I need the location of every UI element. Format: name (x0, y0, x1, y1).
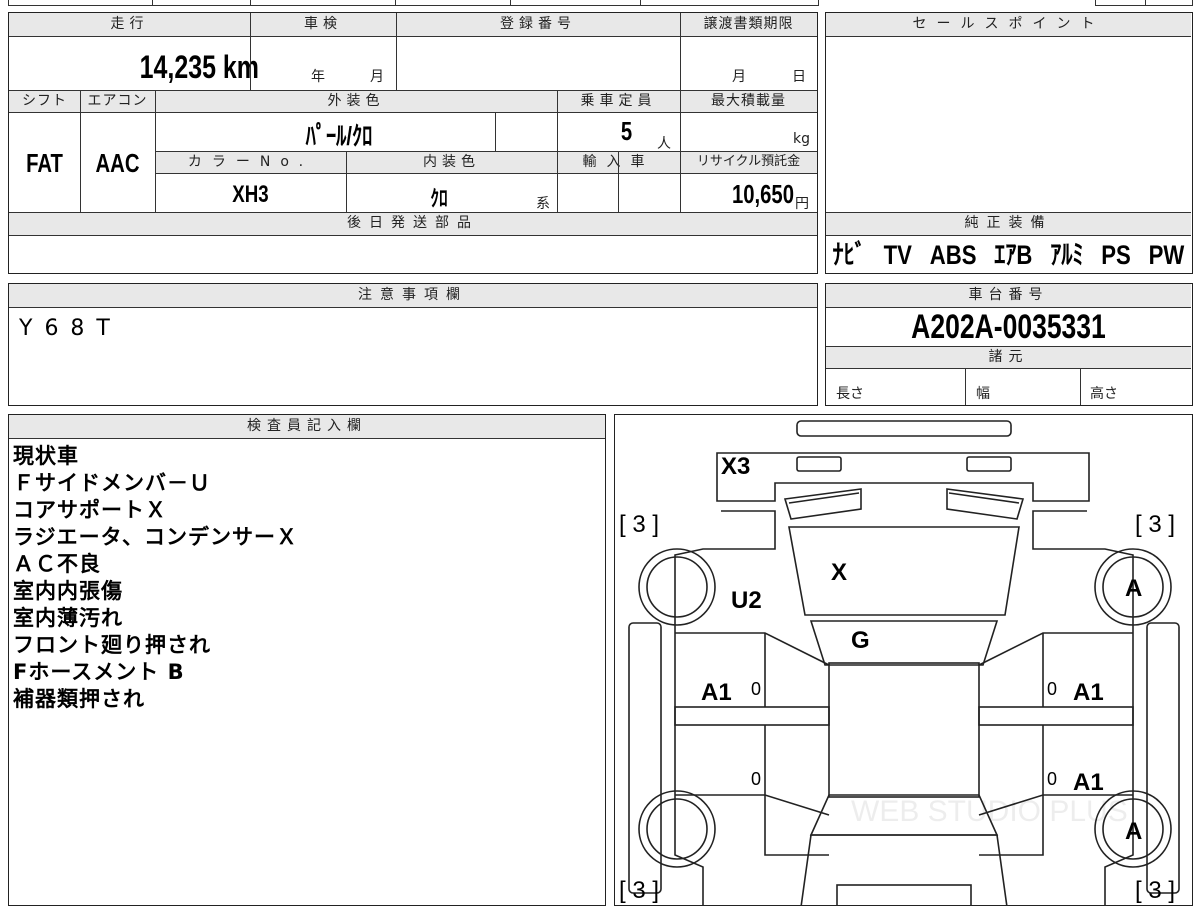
label-door-rear-right: A1 (1073, 769, 1104, 796)
chassis-box: 車台番号 A202A-0035331 諸元 長さ 幅 高さ (825, 283, 1193, 406)
genuine-equipment-header: 純正装備 (826, 213, 1191, 236)
recycle-header: リサイクル預託金 (680, 152, 817, 174)
chassis-number: A202A-0035331 (911, 308, 1106, 346)
label-tire-fl: [ 3 ] (619, 511, 660, 538)
inspector-notes-box: 検査員記入欄 現状車 Ｆサイドメンバ－Ｕ コアサポートＸ ラジエータ、コンデンサ… (8, 414, 606, 906)
equip-pw: PW (1148, 240, 1185, 270)
shift-header: シフト (9, 91, 80, 113)
note-line: Fホースメント B (13, 660, 185, 684)
sales-point-box: セールスポイント 純正装備 ﾅﾋﾞ TV ABS ｴｱB ｱﾙﾐ PS PW (825, 12, 1193, 274)
recycle-unit: 円 (795, 196, 809, 212)
label-zero: 0 (751, 679, 762, 699)
label-fender-left: U2 (731, 587, 762, 614)
registration-header: 登録番号 (396, 13, 680, 37)
transfer-header: 譲渡書類期限 (680, 13, 817, 37)
exterior-color-header: 外装色 (155, 91, 557, 113)
capacity-value: 5 (620, 116, 633, 146)
top-strip (0, 0, 1200, 10)
car-outline (628, 420, 1180, 905)
interior-color-header: 内装色 (346, 152, 557, 174)
transfer-day-unit: 日 (792, 69, 806, 85)
equip-abs: ABS (929, 240, 977, 270)
label-door-front-left: A1 (701, 679, 732, 706)
label-tire-fr: [ 3 ] (1135, 511, 1176, 538)
note-line: 現状車 (13, 444, 79, 468)
label-windshield: G (851, 627, 870, 654)
label-zero: 0 (1047, 679, 1058, 699)
label-zero: 0 (751, 769, 762, 789)
label-tire-rr: [ 3 ] (1135, 877, 1176, 904)
label-door-front-right: A1 (1073, 679, 1104, 706)
specs-height: 高さ (1090, 386, 1118, 402)
car-damage-diagram: X3 X U2 G A1 A1 A1 A A [ 3 ] [ 3 ] [ 3 ]… (614, 414, 1193, 906)
capacity-header: 乗車定員 (557, 91, 680, 113)
note-line: 室内内張傷 (13, 579, 123, 603)
max-load-unit: kg (793, 131, 810, 147)
mileage-value: 14,235 km (139, 49, 259, 85)
color-no-value: XH3 (232, 181, 269, 208)
equip-tv: TV (883, 240, 912, 270)
chassis-header: 車台番号 (826, 284, 1191, 308)
inspector-header: 検査員記入欄 (9, 415, 605, 439)
label-zero: 0 (1047, 769, 1058, 789)
mileage-header: 走行 (9, 13, 250, 37)
color-no-header: カラーNo. (155, 152, 346, 174)
note-line: 室内薄汚れ (13, 606, 123, 630)
label-wheel-front-right: A (1125, 575, 1143, 602)
transfer-month-unit: 月 (732, 69, 746, 85)
equip-alloy: ｱﾙﾐ (1050, 240, 1084, 270)
caution-value: Y68T (19, 316, 122, 341)
inspection-year-unit: 年 (311, 69, 325, 85)
note-line: ラジエータ、コンデンサーＸ (13, 525, 298, 549)
note-line: 補器類押され (13, 687, 145, 711)
note-line: コアサポートＸ (13, 498, 167, 522)
equip-airbag: ｴｱB (994, 240, 1033, 270)
vehicle-info-table: 走行 車検 登録番号 譲渡書類期限 14,235 km 年 月 月 日 シフト … (8, 12, 818, 274)
capacity-unit: 人 (657, 136, 671, 152)
watermark: WEB STUDIO PLUS (851, 795, 1128, 828)
exterior-color-value: ﾊﾟｰﾙ/ｸﾛ (305, 121, 373, 151)
specs-width: 幅 (976, 386, 990, 402)
caution-header: 注意事項欄 (9, 284, 817, 308)
note-line: Ｆサイドメンバ－Ｕ (13, 471, 211, 495)
caution-box: 注意事項欄 Y68T (8, 283, 818, 406)
note-line: フロント廻り押され (13, 633, 211, 657)
specs-header: 諸元 (826, 347, 1191, 369)
label-tire-rl: [ 3 ] (619, 877, 660, 904)
shift-value: FAT (26, 148, 63, 178)
specs-length: 長さ (836, 386, 864, 402)
label-bonnet: X (831, 559, 848, 586)
genuine-equipment-list: ﾅﾋﾞ TV ABS ｴｱB ｱﾙﾐ PS PW (826, 237, 1191, 273)
aircon-header: エアコン (80, 91, 155, 113)
equip-navi: ﾅﾋﾞ (832, 240, 866, 270)
sales-point-header: セールスポイント (826, 13, 1191, 37)
note-line: ＡＣ不良 (13, 552, 101, 576)
recycle-value: 10,650 (731, 179, 794, 209)
interior-color-unit: 系 (536, 196, 550, 212)
interior-color-value: ｸﾛ (430, 186, 448, 211)
max-load-header: 最大積載量 (680, 91, 817, 113)
label-front: X3 (721, 453, 751, 480)
later-parts-header: 後日発送部品 (9, 213, 817, 236)
aircon-value: AAC (95, 148, 140, 178)
inspector-lines: 現状車 Ｆサイドメンバ－Ｕ コアサポートＸ ラジエータ、コンデンサーＸ ＡＣ不良… (13, 443, 298, 713)
equip-ps: PS (1101, 240, 1131, 270)
inspection-month-unit: 月 (370, 69, 384, 85)
inspection-header: 車検 (250, 13, 396, 37)
